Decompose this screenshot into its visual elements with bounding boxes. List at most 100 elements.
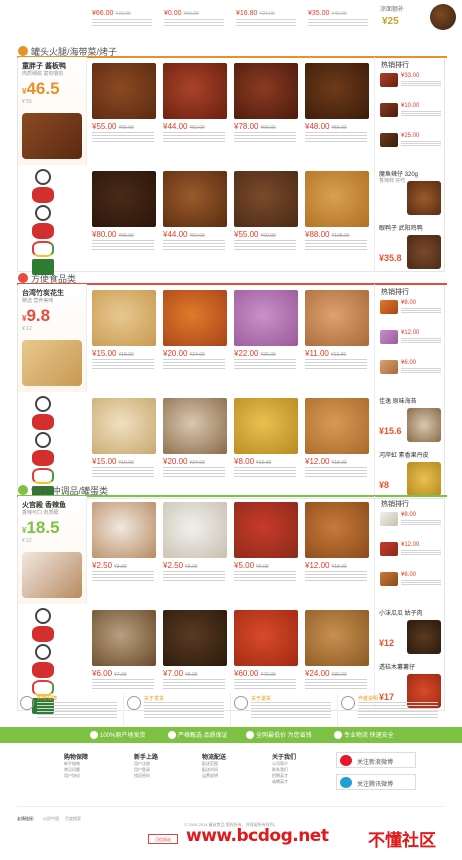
product-card[interactable]: ¥24.00 ¥30.00 bbox=[305, 610, 376, 689]
product-card[interactable]: ¥15.00 ¥18.00 bbox=[92, 290, 163, 369]
product-card[interactable]: ¥5.00 ¥6.00 bbox=[234, 502, 305, 581]
guarantee-item: 作者说明 bbox=[338, 693, 445, 726]
ranking-thumb[interactable] bbox=[380, 133, 398, 147]
original-price: ¥15.00 bbox=[331, 460, 347, 466]
product-card[interactable]: ¥6.00 ¥7.00 bbox=[92, 610, 163, 689]
product-description bbox=[305, 679, 367, 689]
featured-image bbox=[407, 235, 441, 269]
footer-link[interactable]: 用户协议 bbox=[64, 773, 124, 779]
brand-logo[interactable] bbox=[35, 205, 51, 221]
product-cell[interactable]: ¥66.00 ¥73.00 bbox=[90, 0, 160, 34]
brand-logo[interactable] bbox=[35, 608, 51, 624]
ranking-thumb[interactable] bbox=[380, 512, 398, 526]
promo-banner[interactable]: 火宫殿 香辣鱼 香辣可口 肉质细 ¥18.5 ¥ 22 bbox=[18, 496, 87, 604]
product-card[interactable]: ¥44.00 ¥52.00 bbox=[163, 63, 234, 142]
brand-logo[interactable] bbox=[32, 223, 54, 239]
brand-logo[interactable] bbox=[35, 432, 51, 448]
product-description bbox=[234, 467, 296, 477]
product-image bbox=[430, 4, 456, 30]
featured-title[interactable]: 透桔木薯薯仔 bbox=[379, 662, 415, 671]
product-card[interactable]: ¥8.00 ¥10.00 bbox=[234, 398, 305, 477]
product-card[interactable]: ¥2.50 ¥3.00 bbox=[92, 502, 163, 581]
product-card[interactable]: ¥55.00 ¥69.00 bbox=[234, 171, 305, 250]
product-card[interactable]: ¥15.00 ¥19.00 bbox=[92, 398, 163, 477]
ranking-thumb[interactable] bbox=[380, 360, 398, 374]
brand-logo[interactable] bbox=[32, 241, 54, 257]
partner-link[interactable]: 百度搜索 bbox=[65, 816, 81, 821]
product-card[interactable]: ¥44.00 ¥52.00 bbox=[163, 171, 234, 250]
product-description bbox=[163, 571, 225, 581]
product-cell[interactable]: ¥0.00 ¥99.99 bbox=[162, 0, 232, 34]
product-card[interactable]: ¥78.00 ¥90.00 bbox=[234, 63, 305, 142]
brand-logo[interactable] bbox=[32, 187, 54, 203]
footer-link[interactable]: 运费说明 bbox=[202, 773, 262, 779]
brand-logo[interactable] bbox=[32, 414, 54, 430]
brand-logo[interactable] bbox=[35, 644, 51, 660]
product-card[interactable]: ¥20.00 ¥24.00 bbox=[163, 290, 234, 369]
featured-image bbox=[407, 181, 441, 215]
promo-price: ¥18.5 bbox=[22, 518, 60, 538]
weibo-label: 关注腾讯微博 bbox=[357, 782, 394, 788]
featured-title[interactable]: 小沫瓜瓜 姑子肉 bbox=[379, 608, 423, 617]
product-card[interactable]: ¥60.00 ¥72.00 bbox=[234, 610, 305, 689]
sina-weibo-button[interactable]: 关注新浪微博 bbox=[336, 752, 416, 768]
ranking-thumb[interactable] bbox=[380, 330, 398, 344]
original-price: ¥15.00 bbox=[331, 564, 347, 570]
price-value: ¥88.00 bbox=[305, 230, 330, 239]
description bbox=[92, 19, 152, 27]
ranking-title: 热销排行 bbox=[381, 501, 409, 508]
product-image bbox=[305, 610, 369, 666]
product-card[interactable]: ¥22.00 ¥26.00 bbox=[234, 290, 305, 369]
promo-banner[interactable]: 台湾竹炭花生 精选 营养美味 ¥9.8 ¥ 12 bbox=[18, 284, 87, 392]
product-card[interactable]: ¥20.00 ¥24.00 bbox=[163, 398, 234, 477]
guarantee-text bbox=[144, 702, 224, 720]
brand-logo[interactable] bbox=[32, 626, 54, 642]
featured-title[interactable]: 河岸虹 素香果丹皮 bbox=[379, 450, 429, 459]
featured-title[interactable]: 佳逸 原味海苔 bbox=[379, 396, 417, 405]
featured-title[interactable]: 眼鸭子 武阳鸡鸭 bbox=[379, 223, 423, 232]
product-card[interactable]: ¥11.00 ¥13.00 bbox=[305, 290, 376, 369]
original-price: ¥3.00 bbox=[185, 564, 198, 570]
product-card[interactable]: ¥80.00 ¥99.00 bbox=[92, 171, 163, 250]
product-cell[interactable]: ¥16.80 ¥24.00 bbox=[234, 0, 304, 34]
trust-badge[interactable]: 可信网站 bbox=[148, 834, 178, 844]
ranking-thumb[interactable] bbox=[380, 542, 398, 556]
product-description bbox=[163, 467, 225, 477]
product-card[interactable]: ¥2.50 ¥3.00 bbox=[163, 502, 234, 581]
product-card[interactable]: ¥88.00 ¥108.00 bbox=[305, 171, 376, 250]
product-price: ¥2.50 ¥3.00 bbox=[163, 561, 234, 570]
promo-subtitle: 香辣可口 肉质细 bbox=[22, 510, 59, 516]
product-description bbox=[92, 240, 154, 250]
brand-logo[interactable] bbox=[32, 450, 54, 466]
ranking-thumb[interactable] bbox=[380, 73, 398, 87]
tencent-weibo-button[interactable]: 关注腾讯微博 bbox=[336, 774, 416, 790]
ranking-thumb[interactable] bbox=[380, 300, 398, 314]
featured-price: ¥12 bbox=[379, 638, 395, 648]
price-value: ¥2.50 bbox=[92, 561, 113, 570]
ranking-thumb[interactable] bbox=[380, 103, 398, 117]
featured-thumb[interactable]: 凉面额补 ¥25 bbox=[376, 0, 462, 34]
partner-link[interactable]: 以初中国 bbox=[43, 816, 59, 821]
delivery-icon bbox=[334, 731, 342, 740]
product-cell[interactable]: ¥35.00 ¥40.00 bbox=[306, 0, 376, 34]
footer-link[interactable]: 诚聘英才 bbox=[272, 779, 332, 785]
brand-logo[interactable] bbox=[35, 396, 51, 412]
product-price: ¥22.00 ¥26.00 bbox=[234, 349, 305, 358]
brand-logo[interactable] bbox=[35, 169, 51, 185]
guarantee-text bbox=[251, 702, 331, 720]
brand-logo[interactable] bbox=[32, 662, 54, 678]
footer-link[interactable]: 找回密码 bbox=[134, 773, 194, 779]
original-price: ¥30.00 bbox=[331, 672, 347, 678]
ranking-thumb[interactable] bbox=[380, 572, 398, 586]
product-card[interactable]: ¥7.00 ¥9.00 bbox=[163, 610, 234, 689]
promo-banner[interactable]: 童胖子 酱板鸭 肉质细腻 富有嚼劲 ¥46.5 ¥ 55 bbox=[18, 57, 87, 165]
brand-logo[interactable] bbox=[32, 468, 54, 484]
product-card[interactable]: ¥12.00 ¥15.00 bbox=[305, 502, 376, 581]
product-card[interactable]: ¥12.00 ¥15.00 bbox=[305, 398, 376, 477]
footer-column: 关于我们 公司简介 联系我们 招聘英才 诚聘英才 bbox=[272, 752, 332, 785]
product-card[interactable]: ¥48.00 ¥56.00 bbox=[305, 63, 376, 142]
product-price: ¥44.00 ¥52.00 bbox=[163, 230, 234, 239]
category-icon bbox=[18, 46, 28, 56]
product-card[interactable]: ¥55.00 ¥66.00 bbox=[92, 63, 163, 142]
product-price: ¥2.50 ¥3.00 bbox=[92, 561, 163, 570]
